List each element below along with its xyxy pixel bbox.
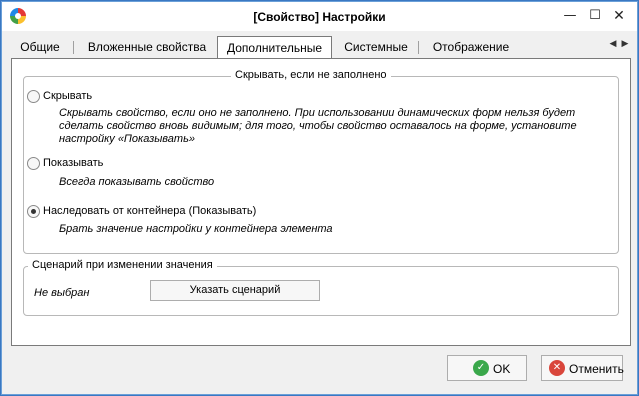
script-status: Не выбран (34, 287, 90, 299)
radio-inherit-description: Брать значение настройки у контейнера эл… (59, 223, 333, 235)
tab-separator (73, 41, 74, 54)
close-button[interactable]: ✕ (608, 6, 630, 26)
settings-dialog: [Свойство] Настройки — ☐ ✕ Общие Вложенн… (0, 0, 639, 396)
radio-show-description: Всегда показывать свойство (59, 176, 215, 188)
tab-nested-properties[interactable]: Вложенные свойства (77, 38, 217, 57)
maximize-button[interactable]: ☐ (584, 6, 606, 26)
radio-hide-description: Скрывать свойство, если оно не заполнено… (59, 107, 577, 145)
script-group-legend: Сценарий при изменении значения (28, 259, 217, 271)
tab-system[interactable]: Системные (336, 38, 416, 57)
minimize-button[interactable]: — (559, 6, 581, 26)
check-icon: ✓ (473, 360, 489, 376)
window-title: [Свойство] Настройки (253, 10, 386, 24)
tab-scroll-arrows: ◀ ▶ (607, 39, 633, 53)
cancel-button-label: Отменить (569, 362, 624, 376)
tab-scroll-left-icon[interactable]: ◀ (607, 39, 619, 49)
set-script-button[interactable]: Указать сценарий (150, 280, 320, 301)
ok-button-label: OK (493, 362, 511, 376)
title-bar: [Свойство] Настройки — ☐ ✕ (2, 2, 637, 31)
radio-inherit-label[interactable]: Наследовать от контейнера (Показывать) (43, 205, 256, 217)
cancel-button[interactable]: ✕ Отменить (541, 355, 624, 381)
tab-bar: Общие Вложенные свойства Дополнительные … (11, 36, 633, 59)
radio-hide[interactable] (27, 90, 40, 103)
radio-hide-label[interactable]: Скрывать (43, 90, 92, 102)
ok-button[interactable]: ✓ OK (447, 355, 527, 381)
change-script-group: Сценарий при изменении значения Не выбра… (23, 259, 619, 316)
tab-additional[interactable]: Дополнительные (217, 36, 332, 59)
tab-scroll-right-icon[interactable]: ▶ (619, 39, 631, 49)
cancel-icon: ✕ (549, 360, 565, 376)
radio-inherit[interactable] (27, 205, 40, 218)
tab-general[interactable]: Общие (11, 38, 69, 57)
tab-content-panel: Скрывать, если не заполнено Скрывать Скр… (11, 58, 631, 346)
hide-group-legend: Скрывать, если не заполнено (231, 69, 391, 81)
radio-show-label[interactable]: Показывать (43, 157, 103, 169)
tab-separator (418, 41, 419, 54)
radio-show[interactable] (27, 157, 40, 170)
tab-display[interactable]: Отображение (421, 38, 521, 57)
hide-if-empty-group: Скрывать, если не заполнено Скрывать Скр… (23, 69, 619, 254)
